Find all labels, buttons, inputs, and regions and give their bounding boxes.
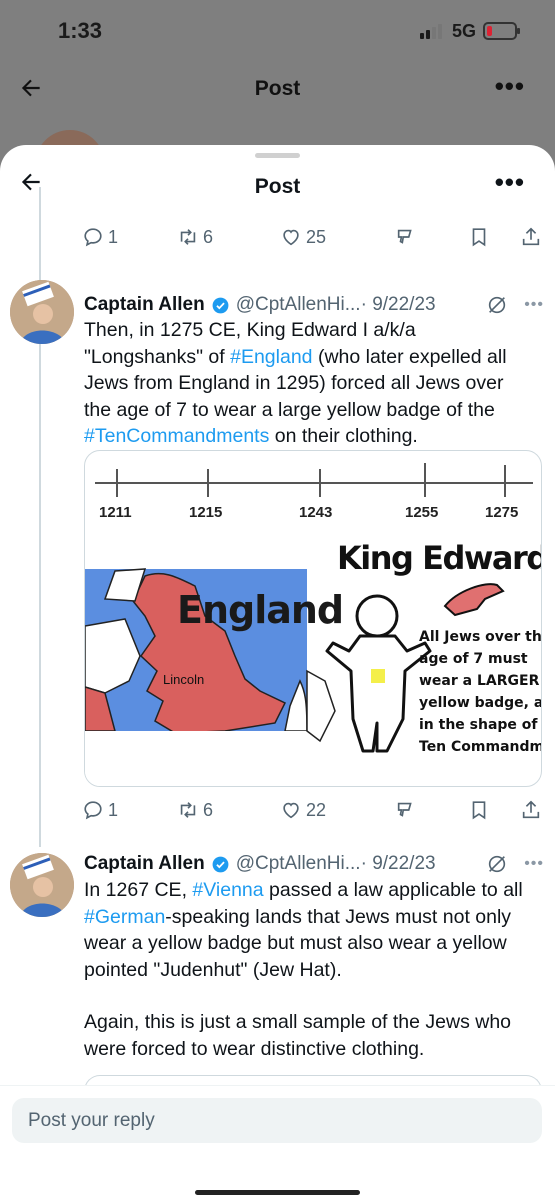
- like-icon: [283, 229, 299, 246]
- timeline-year: 1275: [485, 504, 518, 521]
- bookmark-icon: [472, 801, 486, 820]
- repost-count: 6: [203, 799, 214, 820]
- author-handle[interactable]: @CptAllenHi...: [236, 294, 361, 316]
- timeline-year: 1215: [189, 504, 222, 521]
- home-indicator[interactable]: [195, 1190, 360, 1195]
- timeline-year: 1243: [299, 504, 332, 521]
- map-city: Lincoln: [163, 672, 204, 687]
- post-sheet: Post ••• 1 6 25 Captain Allen @CptAllenH…: [0, 145, 555, 1200]
- caption-line: wear a LARGER: [419, 673, 540, 689]
- tweet-image[interactable]: 1211 1215 1243 1255 1275 England Lincoln…: [84, 450, 542, 787]
- action-bar: 1 6 22: [82, 795, 552, 825]
- caption-line: yellow badge, and: [419, 695, 542, 711]
- tip-icon: [397, 229, 412, 244]
- share-button[interactable]: [520, 226, 542, 248]
- timeline-year: 1211: [99, 504, 132, 521]
- tip-icon: [397, 802, 412, 817]
- reply-bar: [0, 1085, 555, 1200]
- like-icon: [283, 802, 299, 819]
- reply-icon: [84, 228, 102, 247]
- tweet-header: Captain Allen @CptAllenHi... · 9/22/23 •…: [84, 292, 544, 318]
- caption-line: All Jews over the: [419, 629, 542, 645]
- more-icon[interactable]: •••: [524, 855, 544, 873]
- tweet-header: Captain Allen @CptAllenHi... · 9/22/23 •…: [84, 851, 544, 877]
- background-title: Post: [254, 77, 301, 100]
- more-icon[interactable]: •••: [495, 167, 525, 198]
- hashtag-link[interactable]: #Vienna: [192, 879, 263, 901]
- author-handle[interactable]: @CptAllenHi...: [236, 853, 361, 875]
- reply-button[interactable]: 1: [82, 226, 118, 248]
- page-title: Post: [254, 175, 301, 198]
- caption-line: Ten Commandments: [419, 739, 542, 755]
- author-name[interactable]: Captain Allen: [84, 853, 205, 875]
- hashtag-link[interactable]: #German: [84, 906, 165, 928]
- like-count: 25: [306, 226, 327, 247]
- caption-line: in the shape of the: [419, 717, 542, 733]
- tweet-date: · 9/22/23: [360, 853, 436, 874]
- tweet-date: · 9/22/23: [360, 294, 436, 315]
- reply-field[interactable]: [12, 1098, 542, 1143]
- bookmark-button[interactable]: [468, 226, 490, 248]
- figure-heading: King Edward I: [337, 539, 542, 577]
- repost-count: 6: [203, 226, 214, 247]
- more-icon[interactable]: •••: [524, 296, 544, 314]
- bookmark-button[interactable]: [468, 799, 490, 821]
- grok-icon[interactable]: [486, 853, 508, 875]
- like-count: 22: [306, 799, 327, 820]
- avatar[interactable]: [10, 280, 74, 344]
- share-icon: [522, 800, 540, 819]
- verified-icon: [212, 856, 229, 872]
- timeline-year: 1255: [405, 504, 438, 521]
- battery-icon: [483, 22, 520, 40]
- background-header: Post •••: [0, 65, 555, 115]
- repost-button[interactable]: 6: [177, 799, 213, 821]
- map-title: England: [177, 588, 343, 632]
- avatar[interactable]: [10, 853, 74, 917]
- share-button[interactable]: [520, 799, 542, 821]
- reply-input[interactable]: [12, 1098, 542, 1143]
- share-icon: [522, 227, 540, 246]
- signal-icon: [420, 24, 442, 39]
- like-button[interactable]: 25: [280, 226, 326, 248]
- status-time: 1:33: [58, 18, 103, 43]
- more-icon: •••: [494, 71, 525, 101]
- grok-icon[interactable]: [486, 294, 508, 316]
- network-label: 5G: [452, 21, 477, 41]
- status-bar: 1:33 5G: [0, 0, 555, 60]
- reply-icon: [84, 801, 102, 820]
- repost-icon: [180, 229, 196, 245]
- repost-icon: [180, 802, 196, 818]
- sheet-grabber[interactable]: [255, 153, 300, 158]
- verified-icon: [212, 297, 229, 313]
- reply-count: 1: [108, 799, 119, 820]
- repost-button[interactable]: 6: [177, 226, 213, 248]
- bookmark-icon: [472, 228, 486, 247]
- reply-button[interactable]: 1: [82, 799, 118, 821]
- like-button[interactable]: 22: [280, 799, 326, 821]
- reply-count: 1: [108, 226, 119, 247]
- caption-line: age of 7 must: [419, 651, 528, 667]
- author-name[interactable]: Captain Allen: [84, 294, 205, 316]
- hashtag-link[interactable]: #England: [230, 346, 312, 368]
- tip-button[interactable]: [395, 226, 417, 248]
- tweet-text: Then, in 1275 CE, King Edward I a/k/a "L…: [84, 319, 507, 447]
- tweet-text: In 1267 CE, #Vienna passed a law applica…: [84, 879, 523, 1060]
- tip-button[interactable]: [395, 799, 417, 821]
- hashtag-link[interactable]: #TenCommandments: [84, 425, 269, 447]
- action-bar: 1 6 25: [82, 222, 552, 252]
